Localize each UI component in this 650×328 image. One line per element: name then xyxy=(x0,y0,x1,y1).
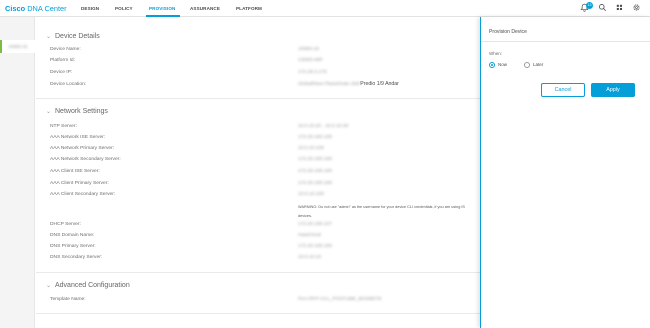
radio-now[interactable]: Now xyxy=(489,61,507,68)
device-summary-panel: ⌄ Device Details Device Name: JX893-15 Pl… xyxy=(36,17,480,328)
brand-name: DNA Center xyxy=(25,4,67,13)
dns-primary-value: 172.20.100.100 xyxy=(298,244,332,249)
drawer-title: Provision Device xyxy=(489,29,527,35)
when-label: When: xyxy=(489,51,503,56)
apply-button[interactable]: Apply xyxy=(591,83,635,97)
radio-later[interactable]: Later xyxy=(524,61,543,68)
device-ip-label: Device IP: xyxy=(50,70,73,75)
device-details-title: Device Details xyxy=(55,33,100,40)
aaa-client-secondary-label: AAA Client Secondary Server: xyxy=(50,192,116,197)
nav-policy[interactable]: POLICY xyxy=(115,6,133,11)
dns-secondary-value: 10.0.10.10 xyxy=(298,255,322,260)
radio-now-label: Now xyxy=(498,62,508,67)
provision-device-drawer: Provision Device When: Now Later Cancel … xyxy=(480,17,650,328)
device-location-label: Device Location: xyxy=(50,82,87,87)
aaa-client-ise-value: 172.20.100.100 xyxy=(298,169,332,174)
device-location-path: Global/New Plaza/Suite 250/ xyxy=(298,82,361,87)
aaa-network-primary-label: AAA Network Primary Server: xyxy=(50,146,115,151)
search-icon[interactable] xyxy=(598,3,607,12)
dhcp-server-value: 172.20.100.107 xyxy=(298,222,332,227)
chevron-down-icon: ⌄ xyxy=(46,109,52,115)
section-divider xyxy=(36,98,480,99)
aaa-client-primary-value: 172.20.100.100 xyxy=(298,181,332,186)
dns-domain-label: DNS Domain Name: xyxy=(50,233,95,238)
dns-primary-label: DNS Primary Server: xyxy=(50,244,96,249)
sidebar-device-name: JX893-15 xyxy=(8,44,28,49)
platform-id-value: C9300-48P xyxy=(298,58,323,63)
section-divider xyxy=(36,313,480,314)
chevron-down-icon: ⌄ xyxy=(46,34,52,40)
aaa-network-primary-value: 10.0.10.100 xyxy=(298,146,324,151)
device-location-site: Predio 1/9 Andar xyxy=(360,81,399,87)
nav-assurance[interactable]: ASSURANCE xyxy=(190,6,220,11)
template-name-label: Template Name: xyxy=(50,297,86,302)
credentials-warning: WARNING: Do not use "admin" as the usern… xyxy=(298,203,480,220)
nav-provision[interactable]: PROVISION xyxy=(149,6,175,11)
device-location-value: Global/New Plaza/Suite 250/Predio 1/9 An… xyxy=(298,81,399,87)
cancel-button[interactable]: Cancel xyxy=(541,83,585,97)
sidebar-item-device[interactable]: JX893-15 xyxy=(0,40,35,53)
ntp-server-value: 10.0.10.20 , 10.0.10.30 xyxy=(298,124,349,129)
network-settings-header[interactable]: ⌄ Network Settings xyxy=(46,108,108,115)
network-settings-title: Network Settings xyxy=(55,108,108,115)
device-list-sidebar: JX893-15 xyxy=(0,17,35,328)
notification-count-badge: 13 xyxy=(586,2,593,9)
radio-later-indicator[interactable] xyxy=(524,61,530,68)
apps-icon[interactable] xyxy=(615,3,624,12)
device-details-header[interactable]: ⌄ Device Details xyxy=(46,33,100,40)
nav-design[interactable]: DESIGN xyxy=(81,6,99,11)
device-ip-value: 172.28.3.175 xyxy=(298,70,327,75)
dhcp-server-label: DHCP Server: xyxy=(50,222,81,227)
chevron-down-icon: ⌄ xyxy=(46,283,52,289)
radio-later-label: Later xyxy=(533,62,544,67)
drawer-divider xyxy=(481,41,650,42)
radio-now-indicator[interactable] xyxy=(489,61,495,68)
warning-text: WARNING: Do not use "admin" as the usern… xyxy=(298,205,465,209)
app-logo[interactable]: Cisco DNA Center xyxy=(5,4,67,13)
aaa-network-ise-label: AAA Network ISE Server: xyxy=(50,135,106,140)
device-name-label: Device Name: xyxy=(50,47,81,52)
ntp-server-label: NTP Server: xyxy=(50,124,77,129)
aaa-network-secondary-value: 172.20.100.100 xyxy=(298,157,332,162)
aaa-client-ise-label: AAA Client ISE Server: xyxy=(50,169,100,174)
advanced-configuration-title: Advanced Configuration xyxy=(55,282,130,289)
settings-icon[interactable] xyxy=(632,3,641,12)
aaa-network-secondary-label: AAA Network Secondary Server: xyxy=(50,157,121,162)
aaa-client-secondary-value: 10.0.10.100 xyxy=(298,192,324,197)
dns-domain-value: rraad.local xyxy=(298,233,321,238)
platform-id-label: Platform Id: xyxy=(50,58,76,63)
aaa-client-primary-label: AAA Client Primary Server: xyxy=(50,181,109,186)
brand-bold: Cisco xyxy=(5,4,26,13)
nav-platform[interactable]: PLATFORM xyxy=(236,6,262,11)
top-navigation-bar: Cisco DNA Center DESIGN POLICY PROVISION… xyxy=(0,0,650,17)
advanced-configuration-header[interactable]: ⌄ Advanced Configuration xyxy=(46,282,130,289)
template-name-value: PnA-RFP-ACL_POSTUBE_BOXBETE xyxy=(298,297,382,302)
dns-secondary-label: DNS Secondary Server: xyxy=(50,255,103,260)
section-divider xyxy=(36,272,480,273)
device-name-value: JX893-15 xyxy=(298,47,319,52)
aaa-network-ise-value: 172.20.100.100 xyxy=(298,135,332,140)
warning-text-continued: devices. xyxy=(298,213,312,218)
